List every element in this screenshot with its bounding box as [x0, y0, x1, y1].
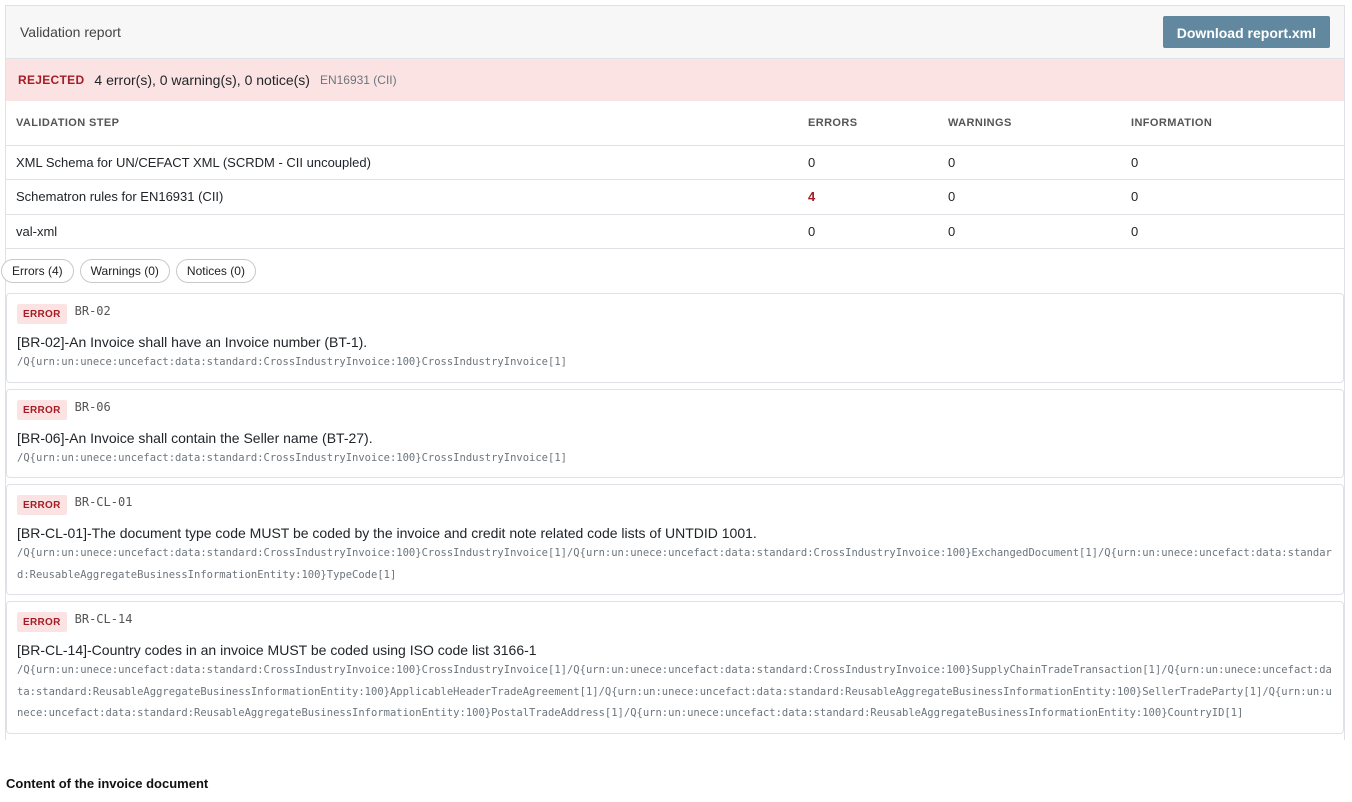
step-errors: 0: [798, 145, 938, 180]
error-path: /Q{urn:un:unece:uncefact:data:standard:C…: [17, 451, 567, 464]
error-code: BR-06: [74, 399, 111, 414]
error-message: [BR-CL-14]-Country codes in an invoice M…: [17, 642, 537, 658]
step-name: val-xml: [6, 214, 798, 249]
error-badge: ERROR: [17, 495, 67, 515]
status-summary: 4 error(s), 0 warning(s), 0 notice(s): [94, 72, 310, 88]
error-item: ERROR BR-CL-14 [BR-CL-14]-Country codes …: [6, 601, 1344, 734]
report-title: Validation report: [20, 24, 121, 40]
error-item: ERROR BR-02 [BR-02]-An Invoice shall hav…: [6, 293, 1344, 383]
table-header-row: VALIDATION STEP ERRORS WARNINGS INFORMAT…: [6, 101, 1344, 146]
error-badge: ERROR: [17, 612, 67, 632]
error-message: [BR-06]-An Invoice shall contain the Sel…: [17, 429, 373, 446]
filter-errors-button[interactable]: Errors (4): [1, 259, 74, 283]
report-header: Validation report Download report.xml: [6, 6, 1344, 59]
step-warnings: 0: [938, 145, 1121, 180]
validation-report: Validation report Download report.xml RE…: [1, 5, 1345, 740]
table-row: val-xml 0 0 0: [6, 214, 1344, 249]
step-errors: 4: [798, 179, 938, 215]
message-filters: Errors (4) Warnings (0) Notices (0): [1, 249, 1344, 283]
step-information: 0: [1121, 145, 1344, 180]
filter-warnings-button[interactable]: Warnings (0): [79, 259, 170, 283]
error-item: ERROR BR-06 [BR-06]-An Invoice shall con…: [6, 388, 1344, 478]
status-standard: EN16931 (CII): [319, 73, 397, 87]
error-code: BR-CL-14: [74, 612, 133, 626]
validation-steps-table: VALIDATION STEP ERRORS WARNINGS INFORMAT…: [6, 101, 1344, 249]
invoice-content-heading: Content of the invoice document: [6, 776, 209, 791]
error-code: BR-02: [74, 304, 111, 318]
error-badge: ERROR: [17, 399, 67, 420]
table-row: Schematron rules for EN16931 (CII) 4 0 0: [6, 179, 1344, 215]
step-name: Schematron rules for EN16931 (CII): [6, 179, 798, 215]
table-row: XML Schema for UN/CEFACT XML (SCRDM - CI…: [6, 145, 1344, 180]
step-information: 0: [1121, 179, 1344, 215]
step-warnings: 0: [938, 179, 1121, 215]
step-information: 0: [1121, 214, 1344, 249]
status-label: REJECTED: [18, 73, 85, 87]
error-path: /Q{urn:un:unece:uncefact:data:standard:C…: [17, 664, 1332, 719]
status-bar: REJECTED 4 error(s), 0 warning(s), 0 not…: [6, 59, 1344, 101]
error-code: BR-CL-01: [74, 495, 133, 509]
column-header-errors: ERRORS: [798, 101, 938, 146]
error-message: [BR-02]-An Invoice shall have an Invoice…: [17, 334, 368, 350]
column-header-information: INFORMATION: [1121, 101, 1344, 146]
error-message: [BR-CL-01]-The document type code MUST b…: [17, 525, 757, 541]
column-header-step: VALIDATION STEP: [6, 101, 798, 146]
step-warnings: 0: [938, 214, 1121, 249]
error-path: /Q{urn:un:unece:uncefact:data:standard:C…: [17, 547, 1332, 581]
error-list: ERROR BR-02 [BR-02]-An Invoice shall hav…: [1, 293, 1344, 734]
error-badge: ERROR: [17, 304, 67, 324]
step-name: XML Schema for UN/CEFACT XML (SCRDM - CI…: [6, 145, 798, 180]
filter-notices-button[interactable]: Notices (0): [175, 259, 256, 283]
column-header-warnings: WARNINGS: [938, 101, 1121, 146]
step-errors: 0: [798, 214, 938, 249]
download-report-button[interactable]: Download report.xml: [1162, 16, 1330, 48]
error-path: /Q{urn:un:unece:uncefact:data:standard:C…: [17, 356, 567, 368]
error-item: ERROR BR-CL-01 [BR-CL-01]-The document t…: [6, 484, 1344, 595]
